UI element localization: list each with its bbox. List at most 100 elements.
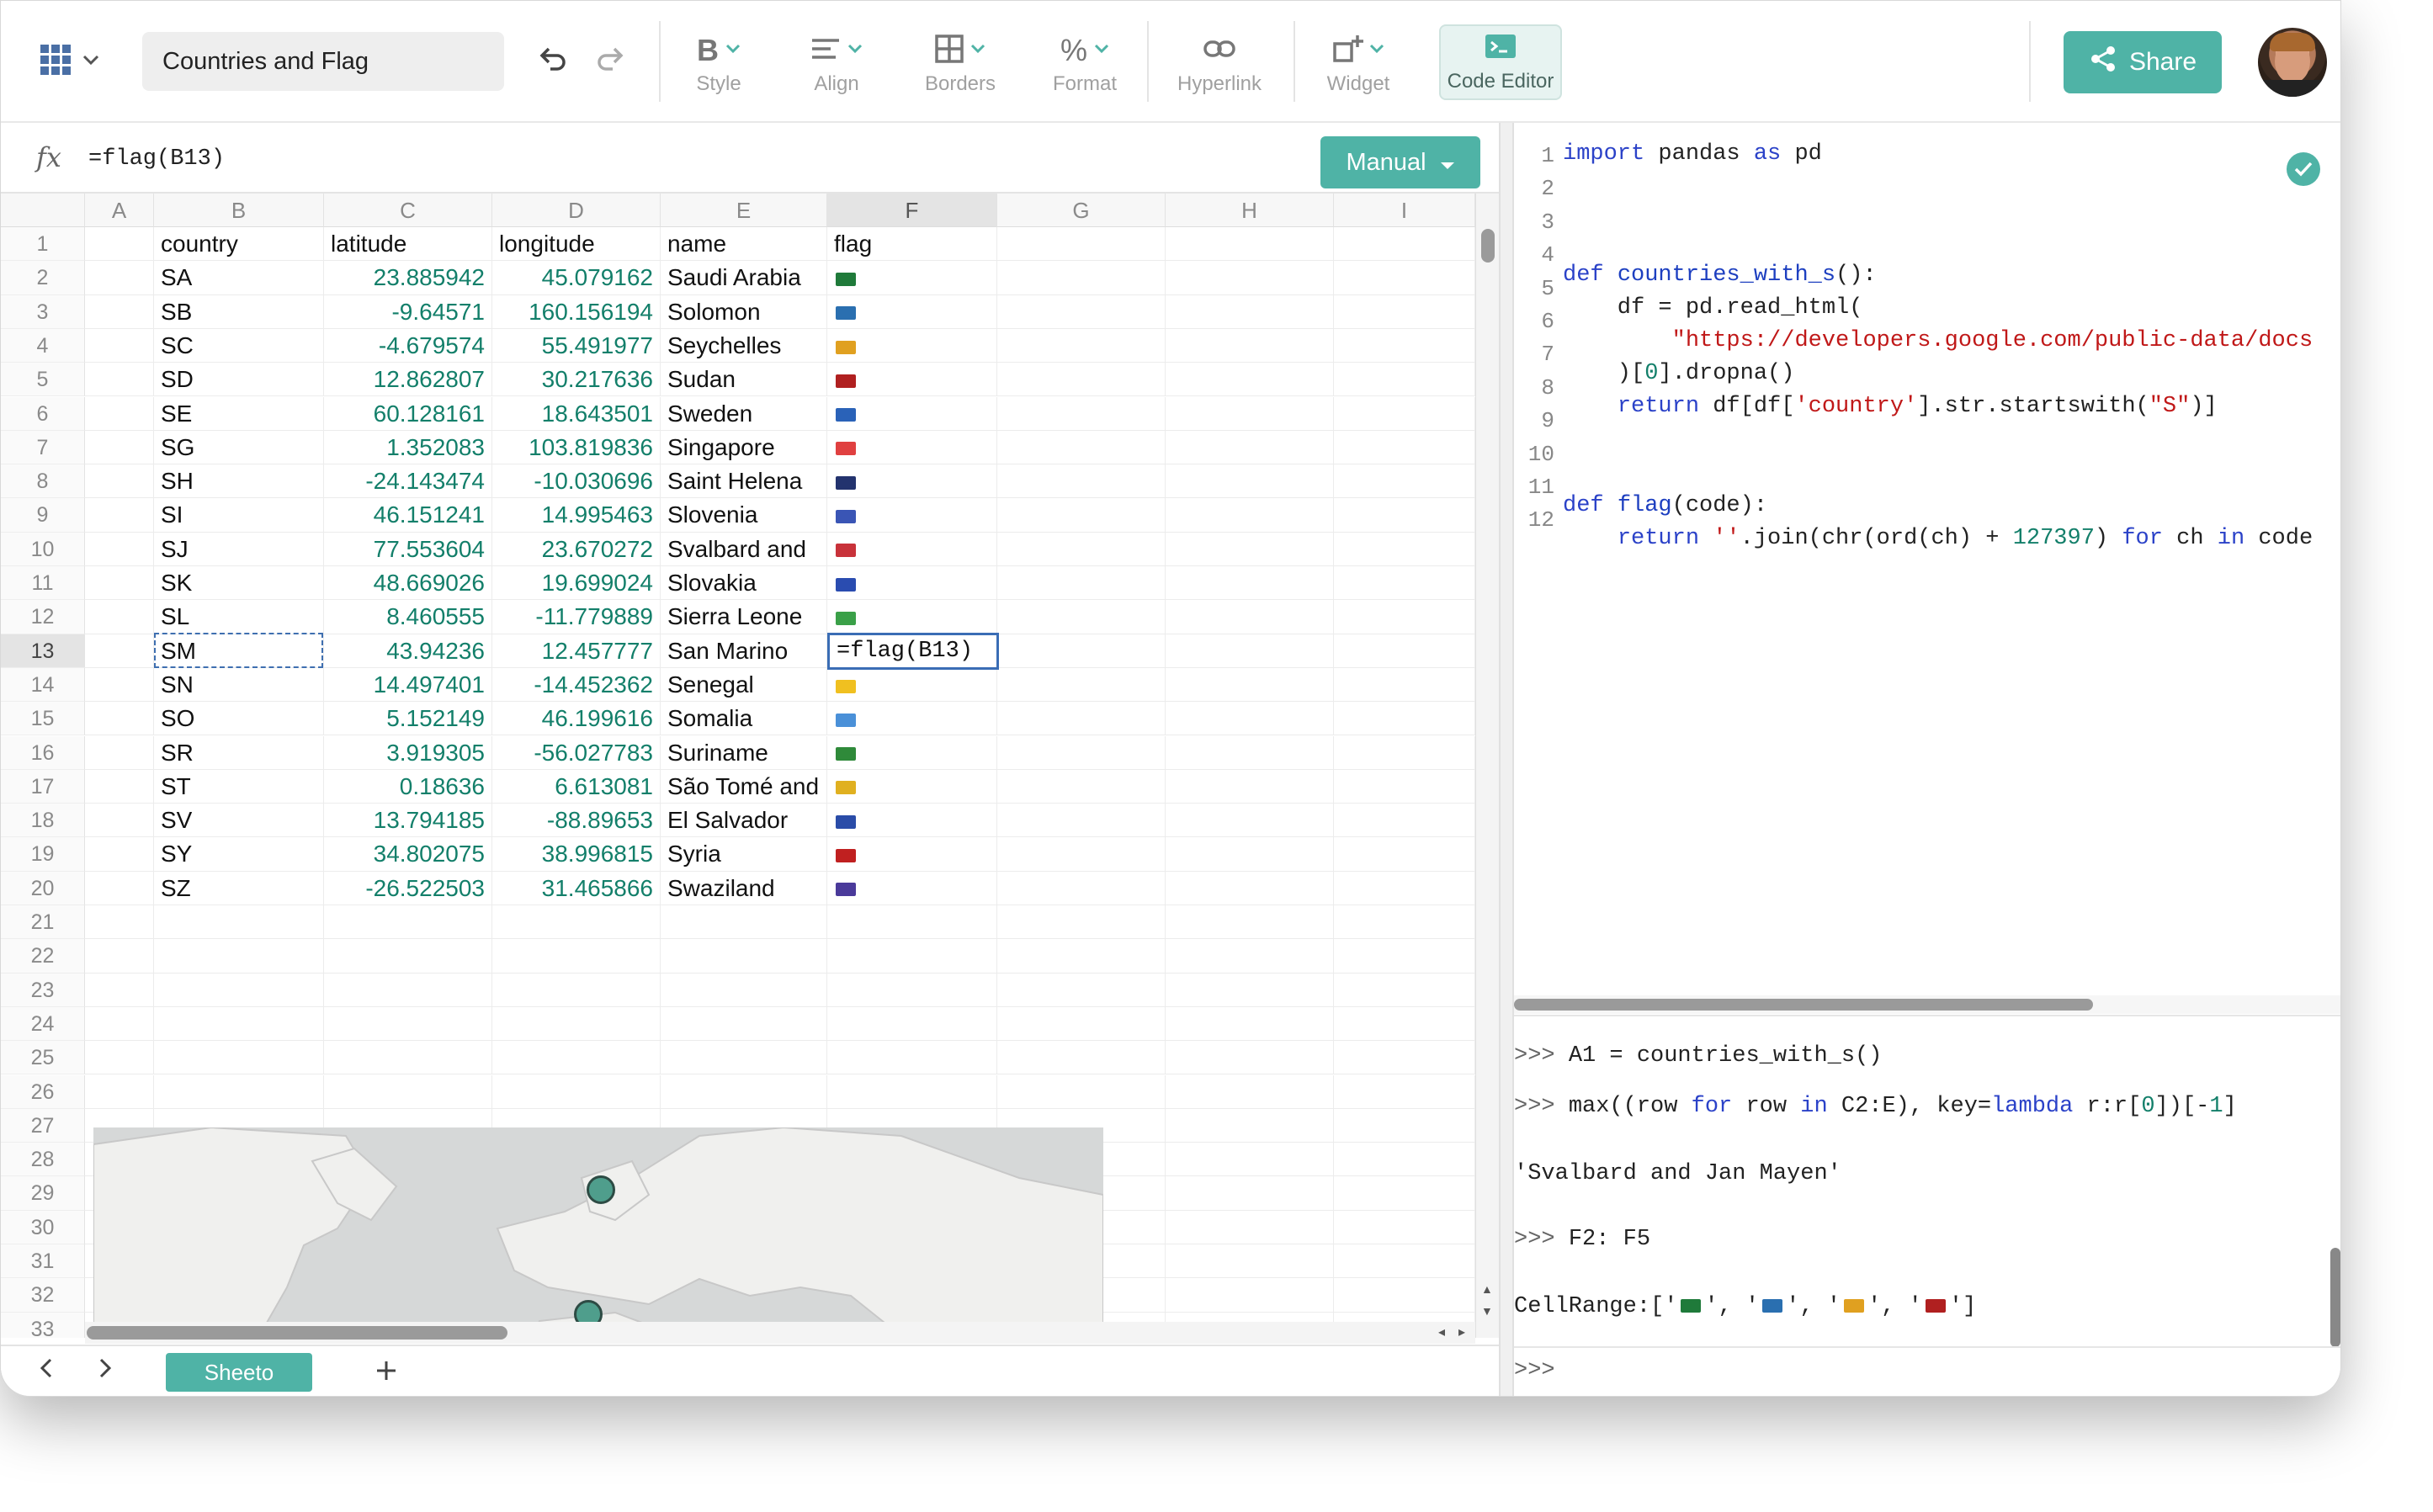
cell[interactable] (85, 363, 154, 397)
row-header-23[interactable]: 23 (1, 973, 85, 1007)
cell[interactable] (1334, 430, 1475, 465)
scrollbar-thumb[interactable] (87, 1326, 507, 1340)
row-header-10[interactable]: 10 (1, 532, 85, 566)
cell[interactable] (827, 1006, 997, 1042)
name-cell[interactable]: São Tomé and (661, 769, 827, 804)
longitude-cell[interactable]: 14.995463 (492, 498, 661, 533)
name-cell[interactable]: Saudi Arabia (661, 261, 827, 295)
row-header-26[interactable]: 26 (1, 1074, 85, 1109)
flag-cell[interactable] (827, 735, 997, 770)
cell[interactable] (85, 261, 154, 295)
scroll-down-arrow-icon[interactable]: ▼ (1481, 1304, 1493, 1318)
flag-cell[interactable] (827, 430, 997, 465)
cell[interactable] (1334, 363, 1475, 397)
latitude-cell[interactable]: -24.143474 (324, 464, 492, 499)
cell[interactable] (1166, 1210, 1334, 1244)
cell[interactable] (1166, 667, 1334, 703)
cell[interactable] (997, 566, 1166, 601)
cell[interactable] (997, 1006, 1166, 1042)
row-header-27[interactable]: 27 (1, 1108, 85, 1143)
country-cell[interactable]: SO (154, 702, 324, 736)
cell[interactable] (997, 769, 1166, 804)
column-header-d[interactable]: D (492, 194, 661, 227)
cell[interactable] (85, 667, 154, 703)
latitude-cell[interactable]: 5.152149 (324, 702, 492, 736)
flag-cell[interactable] (827, 328, 997, 363)
cell[interactable] (1166, 261, 1334, 295)
map-marker[interactable] (587, 1175, 615, 1204)
scroll-left-arrow-icon[interactable]: ◂ (1438, 1324, 1445, 1340)
cell[interactable] (154, 1074, 324, 1109)
sheet-tab-active[interactable]: Sheeto (166, 1353, 312, 1392)
scroll-right-arrow-icon[interactable]: ▸ (1458, 1324, 1465, 1340)
cell[interactable] (1166, 1006, 1334, 1042)
cell[interactable] (661, 973, 827, 1007)
cell[interactable] (1334, 1176, 1475, 1211)
cell[interactable] (1334, 667, 1475, 703)
cell[interactable] (1334, 871, 1475, 905)
row-header-17[interactable]: 17 (1, 769, 85, 804)
country-cell[interactable]: SI (154, 498, 324, 533)
cell[interactable] (827, 939, 997, 974)
cell[interactable] (1166, 769, 1334, 804)
share-button[interactable]: Share (2064, 31, 2222, 93)
row-header-8[interactable]: 8 (1, 464, 85, 499)
name-cell[interactable]: Svalbard and (661, 532, 827, 566)
cell[interactable] (1166, 973, 1334, 1007)
flag-cell[interactable] (827, 702, 997, 736)
cell[interactable] (85, 532, 154, 566)
cell[interactable] (1166, 1244, 1334, 1279)
cell[interactable] (492, 905, 661, 940)
code-editor-button[interactable]: Code Editor (1439, 24, 1562, 100)
column-header-b[interactable]: B (154, 194, 324, 227)
scrollbar-thumb[interactable] (1514, 999, 2093, 1011)
longitude-cell[interactable]: -11.779889 (492, 600, 661, 634)
cell[interactable] (85, 566, 154, 601)
longitude-cell[interactable]: -14.452362 (492, 667, 661, 703)
cell[interactable] (997, 396, 1166, 431)
cell[interactable] (1334, 261, 1475, 295)
latitude-cell[interactable]: 34.802075 (324, 837, 492, 872)
cell[interactable] (1334, 769, 1475, 804)
row-header-16[interactable]: 16 (1, 735, 85, 770)
flag-cell[interactable] (827, 769, 997, 804)
cell[interactable] (1334, 1074, 1475, 1109)
cell[interactable] (997, 837, 1166, 872)
cell[interactable] (1166, 804, 1334, 838)
cell[interactable] (492, 1006, 661, 1042)
code-line-5[interactable]: df = pd.read_html( (1563, 295, 1863, 321)
row-header-20[interactable]: 20 (1, 871, 85, 905)
name-cell[interactable]: Somalia (661, 702, 827, 736)
cell[interactable] (85, 328, 154, 363)
cell[interactable] (997, 532, 1166, 566)
flag-cell[interactable] (827, 294, 997, 329)
cell[interactable] (1166, 430, 1334, 465)
cell[interactable] (827, 1041, 997, 1075)
cell[interactable] (1166, 1176, 1334, 1211)
editor-horizontal-scrollbar[interactable] (1514, 995, 2340, 1014)
cell[interactable] (997, 498, 1166, 533)
cell[interactable] (85, 634, 154, 668)
cell[interactable] (85, 396, 154, 431)
cell[interactable] (1334, 1210, 1475, 1244)
cell[interactable] (661, 1041, 827, 1075)
cell[interactable] (997, 1074, 1166, 1109)
country-cell[interactable]: SH (154, 464, 324, 499)
cell[interactable] (661, 939, 827, 974)
cell[interactable] (997, 294, 1166, 329)
cell[interactable] (1166, 905, 1334, 940)
cell[interactable] (85, 1074, 154, 1109)
cell[interactable] (154, 1006, 324, 1042)
cell[interactable] (997, 871, 1166, 905)
cell[interactable] (1166, 837, 1334, 872)
header-cell[interactable]: flag (827, 227, 997, 262)
avatar[interactable] (2258, 28, 2327, 97)
add-sheet-button[interactable] (375, 1353, 398, 1391)
cell[interactable] (1334, 1143, 1475, 1177)
cell[interactable] (1166, 1108, 1334, 1143)
cell[interactable] (1334, 498, 1475, 533)
column-header-f[interactable]: F (827, 194, 997, 227)
flag-cell[interactable] (827, 464, 997, 499)
cell[interactable] (492, 1074, 661, 1109)
row-header-29[interactable]: 29 (1, 1176, 85, 1211)
